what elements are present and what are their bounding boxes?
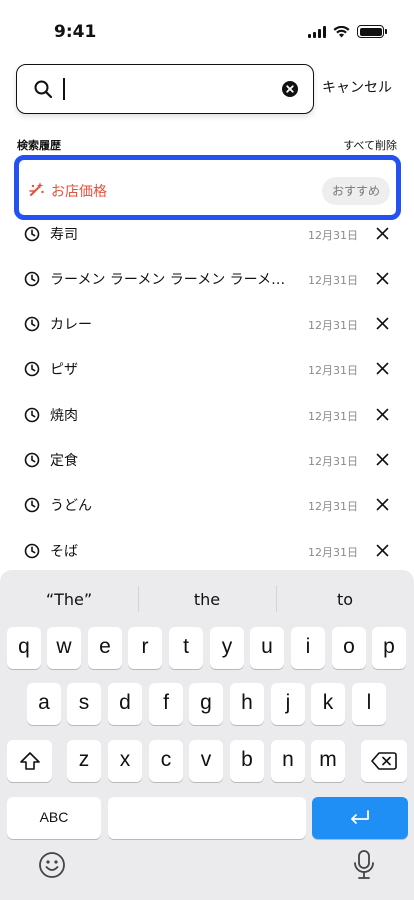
history-item[interactable]: カレー 12月31日: [0, 302, 414, 346]
key-b[interactable]: b: [230, 740, 264, 782]
history-item-date: 12月31日: [308, 274, 358, 287]
key-e[interactable]: e: [88, 627, 122, 669]
key-t[interactable]: t: [169, 627, 203, 669]
clock-icon: [24, 452, 40, 468]
recommended-badge: おすすめ: [321, 177, 390, 205]
recommended-label: お店価格: [51, 184, 107, 200]
history-item[interactable]: 定食 12月31日: [0, 438, 414, 482]
key-z[interactable]: z: [67, 740, 101, 782]
history-item[interactable]: 焼肉 12月31日: [0, 393, 414, 437]
return-key[interactable]: [312, 797, 408, 839]
clear-all-button[interactable]: すべて削除: [343, 137, 397, 153]
key-f[interactable]: f: [149, 683, 183, 725]
key-i[interactable]: i: [291, 627, 325, 669]
recommended-item[interactable]: お店価格 おすすめ: [14, 155, 401, 220]
sparkle-icon: [29, 182, 44, 196]
clock-icon: [24, 316, 40, 332]
key-u[interactable]: u: [250, 627, 284, 669]
backspace-key[interactable]: [361, 740, 407, 782]
search-icon: [34, 80, 53, 99]
key-r[interactable]: r: [128, 627, 162, 669]
abc-key[interactable]: ABC: [7, 797, 101, 839]
history-item-label: ピザ: [50, 362, 78, 378]
search-input[interactable]: [61, 75, 281, 103]
history-item[interactable]: ラーメン ラーメン ラーメン ラーメ… 12月31日: [0, 257, 414, 301]
microphone-icon[interactable]: [353, 849, 375, 881]
history-item-label: ラーメン ラーメン ラーメン ラーメ…: [50, 272, 286, 288]
clock-icon: [24, 543, 40, 559]
history-item[interactable]: ピザ 12月31日: [0, 347, 414, 391]
history-item-label: カレー: [50, 317, 92, 333]
key-n[interactable]: n: [271, 740, 305, 782]
close-icon[interactable]: [376, 272, 389, 285]
history-item-label: 寿司: [50, 227, 78, 243]
close-icon[interactable]: [376, 317, 389, 330]
search-box[interactable]: [16, 64, 314, 114]
suggestion-item[interactable]: the: [138, 590, 276, 609]
clock-icon: [24, 497, 40, 513]
clock-icon: [24, 226, 40, 242]
search-history-title: 検索履歴: [17, 139, 61, 152]
history-item[interactable]: 寿司 12月31日: [0, 212, 414, 256]
history-item-date: 12月31日: [308, 546, 358, 559]
key-k[interactable]: k: [311, 683, 345, 725]
key-g[interactable]: g: [189, 683, 223, 725]
key-o[interactable]: o: [332, 627, 366, 669]
cancel-button[interactable]: キャンセル: [322, 77, 392, 97]
close-icon[interactable]: [376, 362, 389, 375]
emoji-icon[interactable]: [38, 851, 66, 879]
key-d[interactable]: d: [108, 683, 142, 725]
status-icons: [308, 25, 387, 38]
key-p[interactable]: p: [372, 627, 406, 669]
shift-icon: [19, 752, 40, 770]
return-icon: [351, 810, 369, 824]
key-h[interactable]: h: [230, 683, 264, 725]
text-caret: [63, 78, 65, 100]
key-j[interactable]: j: [271, 683, 305, 725]
history-item-date: 12月31日: [308, 500, 358, 513]
history-item-date: 12月31日: [308, 364, 358, 377]
history-item-date: 12月31日: [308, 319, 358, 332]
space-key[interactable]: [108, 797, 306, 839]
close-icon[interactable]: [376, 227, 389, 240]
wifi-icon: [333, 25, 350, 37]
key-w[interactable]: w: [47, 627, 81, 669]
key-q[interactable]: q: [7, 627, 41, 669]
close-icon[interactable]: [376, 408, 389, 421]
history-item-date: 12月31日: [308, 410, 358, 423]
clock-icon: [24, 407, 40, 423]
status-bar: 9:41: [0, 0, 414, 60]
suggestion-item[interactable]: to: [276, 590, 414, 609]
keyboard: “The” the to q w e r t y u i o p a s d f…: [0, 570, 414, 900]
key-s[interactable]: s: [67, 683, 101, 725]
clear-text-icon[interactable]: [282, 81, 298, 97]
shift-key[interactable]: [7, 740, 52, 782]
history-item-date: 12月31日: [308, 455, 358, 468]
key-m[interactable]: m: [311, 740, 345, 782]
close-icon[interactable]: [376, 498, 389, 511]
history-item[interactable]: うどん 12月31日: [0, 483, 414, 527]
backspace-icon: [371, 752, 397, 770]
key-l[interactable]: l: [352, 683, 386, 725]
key-y[interactable]: y: [210, 627, 244, 669]
close-icon[interactable]: [376, 544, 389, 557]
suggestion-bar: “The” the to: [0, 582, 414, 618]
cellular-signal-icon: [308, 25, 326, 38]
history-item[interactable]: そば 12月31日: [0, 529, 414, 573]
history-item-label: 焼肉: [50, 408, 78, 424]
battery-icon: [357, 25, 387, 38]
history-item-date: 12月31日: [308, 229, 358, 242]
history-item-label: そば: [50, 544, 78, 560]
key-a[interactable]: a: [27, 683, 61, 725]
suggestion-item[interactable]: “The”: [0, 590, 138, 609]
clock-icon: [24, 271, 40, 287]
clock-icon: [24, 361, 40, 377]
key-x[interactable]: x: [108, 740, 142, 782]
close-icon[interactable]: [376, 453, 389, 466]
status-time: 9:41: [54, 22, 97, 42]
key-v[interactable]: v: [189, 740, 223, 782]
history-item-label: 定食: [50, 453, 78, 469]
history-item-label: うどん: [50, 498, 92, 514]
key-c[interactable]: c: [149, 740, 183, 782]
